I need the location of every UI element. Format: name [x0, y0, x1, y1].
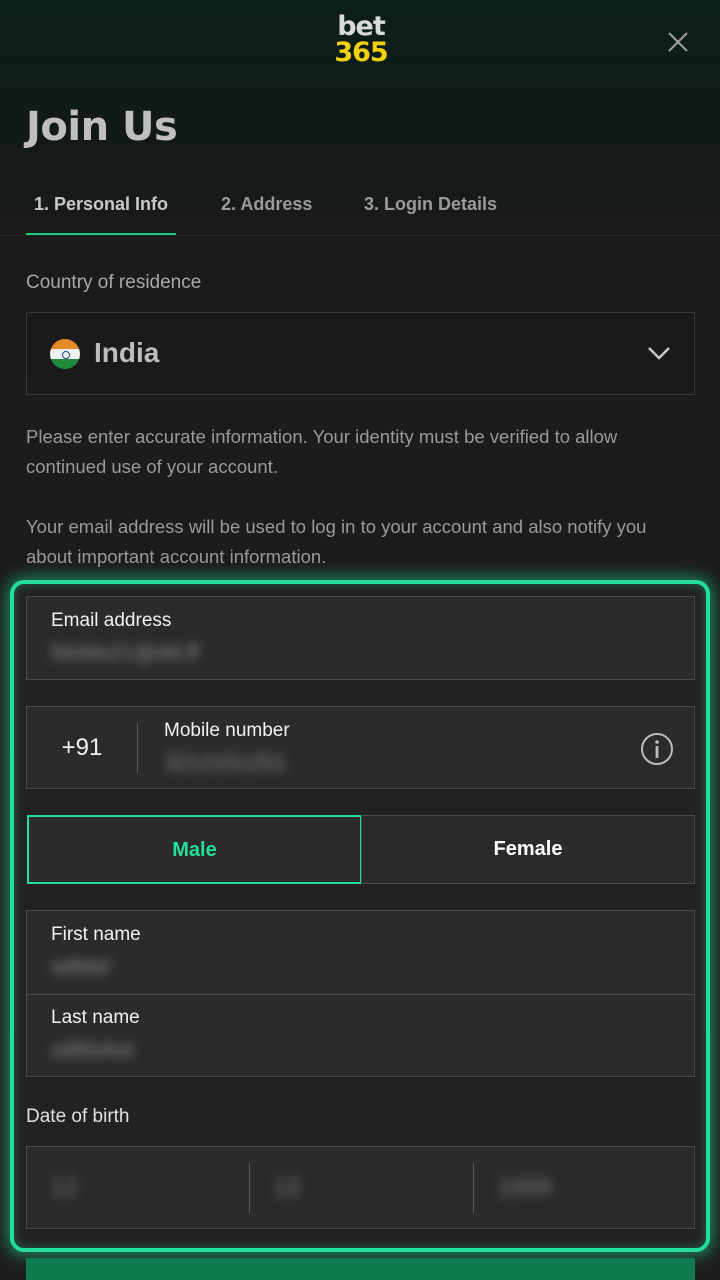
- email-field[interactable]: Email address: [26, 596, 695, 680]
- close-icon[interactable]: [664, 28, 692, 56]
- dob-month-input[interactable]: 12: [250, 1147, 472, 1228]
- dob-label: Date of birth: [26, 1106, 130, 1127]
- continue-button[interactable]: [26, 1258, 695, 1280]
- email-notice: Your email address will be used to log i…: [26, 516, 647, 567]
- tab-address[interactable]: 2. Address: [213, 180, 320, 235]
- last-name-input[interactable]: [51, 1034, 351, 1066]
- first-name-field[interactable]: First name: [26, 910, 695, 995]
- last-name-field[interactable]: Last name: [26, 994, 695, 1077]
- email-label: Email address: [51, 610, 172, 631]
- info-icon[interactable]: [640, 732, 674, 766]
- gender-female-button[interactable]: Female: [361, 815, 695, 884]
- first-name-input[interactable]: [51, 951, 351, 983]
- country-value: India: [94, 337, 160, 368]
- identity-notice: Please enter accurate information. Your …: [26, 426, 618, 477]
- bet365-logo: bet 365: [330, 13, 392, 68]
- first-name-label: First name: [51, 924, 141, 945]
- country-select[interactable]: India: [26, 312, 695, 395]
- mobile-label: Mobile number: [164, 720, 290, 741]
- gender-male-button[interactable]: Male: [27, 815, 362, 884]
- country-label: Country of residence: [26, 272, 202, 293]
- date-of-birth-field[interactable]: 12 12 1999: [26, 1146, 695, 1229]
- india-flag-icon: [50, 339, 80, 369]
- logo-text-365: 365: [334, 37, 388, 68]
- last-name-label: Last name: [51, 1007, 140, 1028]
- tab-login-details[interactable]: 3. Login Details: [356, 180, 505, 235]
- prefix-divider: [137, 723, 138, 773]
- mobile-field[interactable]: +91 Mobile number: [26, 706, 695, 789]
- country-code-prefix[interactable]: +91: [27, 707, 137, 788]
- email-input[interactable]: [51, 637, 451, 669]
- dob-day-input[interactable]: 12: [27, 1147, 249, 1228]
- tab-personal-info[interactable]: 1. Personal Info: [26, 180, 177, 235]
- dob-year-input[interactable]: 1999: [474, 1147, 694, 1228]
- chevron-down-icon: [646, 343, 672, 363]
- signup-steps-tabs: 1. Personal Info 2. Address 3. Login Det…: [0, 180, 720, 236]
- mobile-input[interactable]: [164, 747, 464, 779]
- page-title: Join Us: [26, 104, 178, 150]
